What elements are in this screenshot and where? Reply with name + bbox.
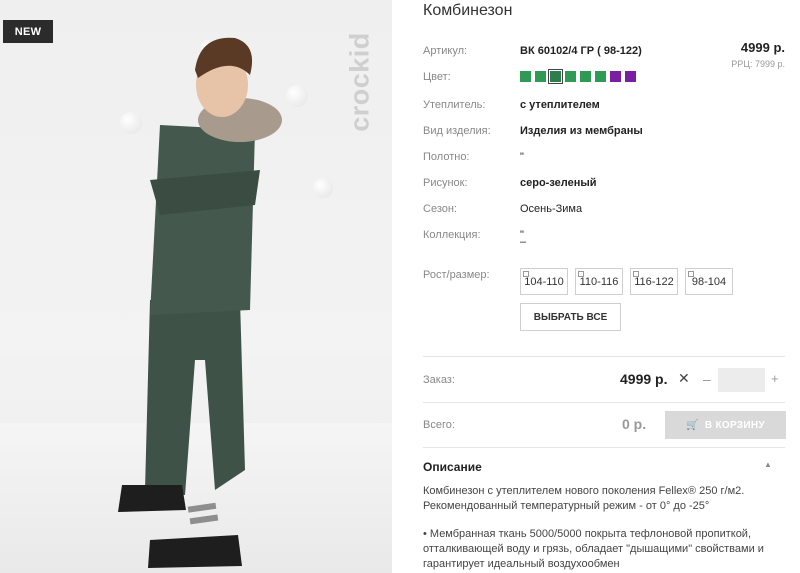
season-value: Осень-Зима <box>520 203 583 215</box>
product-price: 4999 р. <box>740 40 785 55</box>
new-badge: NEW <box>3 20 53 43</box>
checkbox-icon <box>688 271 694 277</box>
color-swatch[interactable] <box>610 71 621 82</box>
description-paragraph: • Мембранная ткань 5000/5000 покрыта теф… <box>423 528 764 570</box>
pattern-label: Рисунок: <box>423 177 468 189</box>
order-price: 4999 р. <box>620 371 668 387</box>
checkbox-icon <box>523 271 529 277</box>
size-option[interactable]: 110-116 <box>575 268 623 295</box>
size-option-label: 116-122 <box>634 275 674 288</box>
select-all-button[interactable]: ВЫБРАТЬ ВСЕ <box>520 303 621 331</box>
size-option[interactable]: 116-122 <box>630 268 678 295</box>
divider <box>423 402 785 403</box>
color-swatch[interactable] <box>595 71 606 82</box>
size-options: 104-110 110-116 116-122 98-104 <box>520 268 740 295</box>
color-swatch[interactable] <box>565 71 576 82</box>
color-swatch[interactable] <box>625 71 636 82</box>
description-paragraph: Комбинезон с утеплителем нового поколени… <box>423 485 745 512</box>
color-label: Цвет: <box>423 71 451 83</box>
total-label: Всего: <box>423 419 455 431</box>
pattern-value: серо-зеленый <box>520 177 597 189</box>
checkbox-icon <box>633 271 639 277</box>
article-label: Артикул: <box>423 45 468 57</box>
product-rrc-price: РРЦ: 7999 р. <box>731 59 785 69</box>
times-icon: ✕ <box>678 370 690 386</box>
insulation-value: с утеплителем <box>520 99 600 111</box>
color-swatch[interactable] <box>520 71 531 82</box>
brand-watermark: crockid <box>335 12 385 152</box>
checkbox-icon <box>578 271 584 277</box>
quantity-increase-button[interactable]: + <box>771 371 779 386</box>
collection-label: Коллекция: <box>423 229 481 241</box>
product-type-value: Изделия из мембраны <box>520 125 643 137</box>
brand-watermark-text: crockid <box>344 32 375 132</box>
size-option[interactable]: 104-110 <box>520 268 568 295</box>
chevron-up-icon[interactable]: ▲ <box>764 460 772 469</box>
article-value: ВК 60102/4 ГР ( 98-122) <box>520 45 642 57</box>
add-to-cart-button[interactable]: 🛒 В КОРЗИНУ <box>665 411 786 439</box>
divider <box>423 356 785 357</box>
product-title: Комбинезон <box>423 2 513 19</box>
collection-value-extra: – <box>520 236 527 248</box>
add-to-cart-label: В КОРЗИНУ <box>704 419 765 431</box>
product-type-label: Вид изделия: <box>423 125 491 137</box>
color-swatch-selected[interactable] <box>548 69 563 84</box>
size-label: Рост/размер: <box>423 269 490 281</box>
divider <box>423 447 785 448</box>
color-swatches <box>520 69 640 84</box>
quantity-decrease-button[interactable]: – <box>703 371 711 387</box>
quantity-input[interactable] <box>718 368 765 392</box>
description-title[interactable]: Описание <box>423 460 482 474</box>
color-swatch[interactable] <box>580 71 591 82</box>
total-value: 0 р. <box>622 416 647 432</box>
fabric-value: " <box>520 151 524 163</box>
insulation-label: Утеплитель: <box>423 99 486 111</box>
order-label: Заказ: <box>423 374 455 386</box>
size-option-label: 104-110 <box>524 275 564 288</box>
size-option[interactable]: 98-104 <box>685 268 733 295</box>
product-info-panel: Комбинезон 4999 р. РРЦ: 7999 р. Артикул:… <box>392 0 800 573</box>
cart-icon: 🛒 <box>686 419 699 431</box>
product-photo[interactable]: NEW crockid <box>0 0 392 573</box>
fabric-label: Полотно: <box>423 151 470 163</box>
child-model-illustration <box>118 37 282 568</box>
season-label: Сезон: <box>423 203 457 215</box>
size-option-label: 98-104 <box>691 275 727 288</box>
color-swatch[interactable] <box>535 71 546 82</box>
size-option-label: 110-116 <box>579 275 619 288</box>
